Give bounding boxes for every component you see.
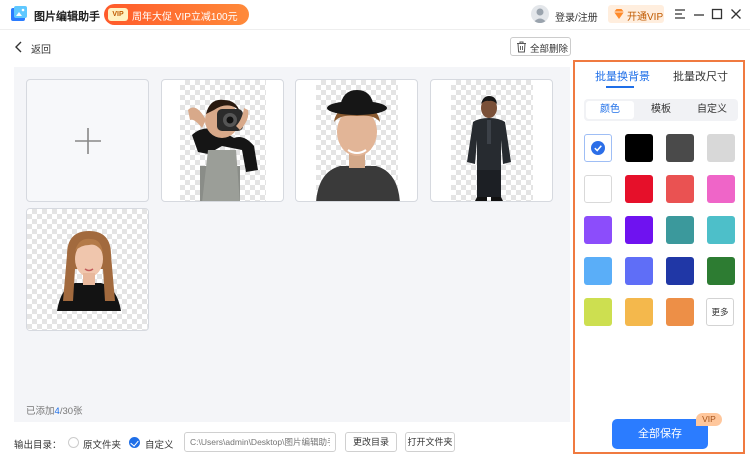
chevron-left-icon xyxy=(15,41,22,53)
color-swatch[interactable] xyxy=(707,175,735,203)
subtab-color[interactable]: 颜色 xyxy=(586,101,634,119)
maximize-icon[interactable] xyxy=(710,6,724,22)
color-swatch[interactable] xyxy=(666,257,694,285)
custom-folder-label[interactable]: 自定义 xyxy=(145,437,174,451)
color-swatch[interactable] xyxy=(584,175,612,203)
color-swatch[interactable] xyxy=(666,298,694,326)
open-folder-button[interactable]: 打开文件夹 xyxy=(405,432,455,452)
diamond-icon xyxy=(614,9,624,19)
image-thumbnail[interactable] xyxy=(161,79,284,202)
background-type-segmented: 颜色 模板 自定义 xyxy=(584,99,738,121)
tab-batch-background[interactable]: 批量换背景 xyxy=(595,68,650,84)
open-vip-button[interactable]: 开通VIP xyxy=(608,5,664,23)
active-tab-indicator xyxy=(606,86,634,88)
person-photo xyxy=(467,96,511,201)
close-icon[interactable] xyxy=(729,6,743,22)
promo-text: 周年大促 VIP立减100元 xyxy=(132,12,238,23)
image-grid: 已添加4/30张 xyxy=(14,67,570,422)
image-thumbnail[interactable] xyxy=(26,208,149,331)
delete-all-button[interactable]: 全部删除 xyxy=(510,37,571,56)
custom-folder-radio[interactable] xyxy=(129,437,140,448)
login-register-link[interactable]: 登录/注册 xyxy=(555,9,598,24)
background-settings-panel: 批量换背景 批量改尺寸 颜色 模板 自定义 更多 全部保存 VIP xyxy=(573,60,745,454)
image-thumbnail[interactable] xyxy=(430,79,553,202)
count-prefix: 已添加 xyxy=(26,406,55,417)
promo-banner[interactable]: VIP 周年大促 VIP立减100元 xyxy=(104,4,249,25)
person-photo xyxy=(316,90,400,201)
image-thumbnail[interactable] xyxy=(295,79,418,202)
color-swatch[interactable] xyxy=(707,134,735,162)
original-folder-label[interactable]: 原文件夹 xyxy=(83,437,121,451)
color-swatch[interactable] xyxy=(625,134,653,162)
subtab-template[interactable]: 模板 xyxy=(637,101,685,119)
back-label: 返回 xyxy=(31,45,51,56)
output-path-input[interactable] xyxy=(184,432,336,452)
delete-all-label: 全部删除 xyxy=(530,44,569,55)
more-colors-button[interactable]: 更多 xyxy=(706,298,734,326)
user-avatar-icon[interactable] xyxy=(531,5,549,23)
save-all-button[interactable]: 全部保存 xyxy=(612,419,708,449)
color-swatch[interactable] xyxy=(584,134,612,162)
color-swatch[interactable] xyxy=(625,216,653,244)
image-count: 已添加4/30张 xyxy=(26,403,83,417)
color-swatch[interactable] xyxy=(584,298,612,326)
color-swatch[interactable] xyxy=(625,175,653,203)
title-bar: 图片编辑助手 VIP 周年大促 VIP立减100元 登录/注册 开通VIP xyxy=(0,0,750,30)
open-vip-label: 开通VIP xyxy=(627,12,664,23)
subtab-custom[interactable]: 自定义 xyxy=(688,101,736,119)
vip-tag-badge: VIP xyxy=(696,413,722,426)
app-logo-icon xyxy=(11,6,27,21)
output-directory-label: 输出目录： xyxy=(14,440,62,451)
person-photo xyxy=(188,99,258,201)
color-swatch[interactable] xyxy=(666,134,694,162)
color-swatch[interactable] xyxy=(666,216,694,244)
color-swatch[interactable] xyxy=(707,257,735,285)
change-directory-button[interactable]: 更改目录 xyxy=(345,432,397,452)
color-swatch[interactable] xyxy=(584,216,612,244)
color-swatch[interactable] xyxy=(666,175,694,203)
color-swatch[interactable] xyxy=(707,216,735,244)
promo-vip-badge: VIP xyxy=(108,8,128,21)
app-title: 图片编辑助手 xyxy=(34,11,100,23)
person-photo xyxy=(57,231,121,311)
minimize-icon[interactable] xyxy=(692,6,706,22)
count-total: /30张 xyxy=(59,406,83,417)
tab-batch-resize[interactable]: 批量改尺寸 xyxy=(673,68,728,84)
menu-icon[interactable] xyxy=(673,6,687,22)
color-swatch[interactable] xyxy=(625,257,653,285)
color-swatch[interactable] xyxy=(584,257,612,285)
plus-icon xyxy=(75,128,101,154)
check-icon xyxy=(591,141,605,155)
trash-icon xyxy=(517,41,526,53)
color-swatch[interactable] xyxy=(625,298,653,326)
add-image-button[interactable] xyxy=(26,79,149,202)
original-folder-radio[interactable] xyxy=(68,437,79,448)
